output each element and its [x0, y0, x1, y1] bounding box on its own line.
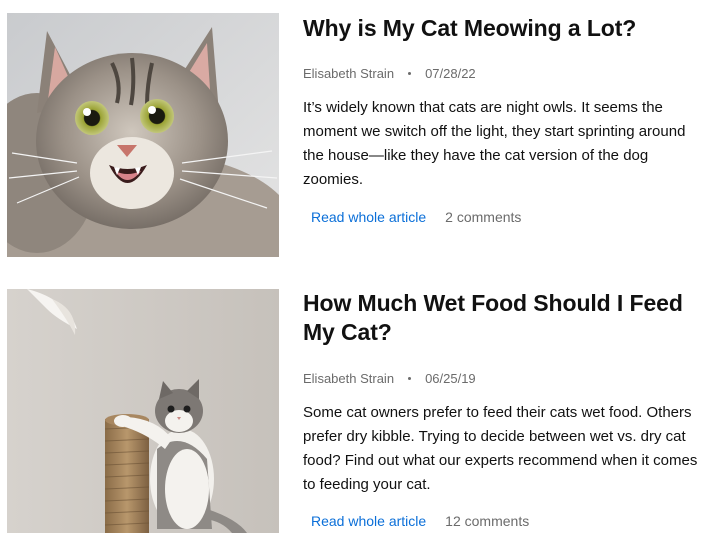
- article-actions: Read whole article 2 comments: [303, 207, 705, 227]
- article-date: 06/25/19: [425, 370, 476, 386]
- article-title[interactable]: How Much Wet Food Should I Feed My Cat?: [303, 289, 705, 347]
- article-excerpt: It’s widely known that cats are night ow…: [303, 99, 686, 188]
- article-actions: Read whole article 12 comments: [303, 511, 705, 531]
- meowing-cat-image: [7, 13, 279, 257]
- article-thumbnail[interactable]: [7, 289, 279, 533]
- article-title[interactable]: Why is My Cat Meowing a Lot?: [303, 13, 705, 43]
- read-article-link[interactable]: Read whole article: [311, 513, 426, 529]
- article-date: 07/28/22: [425, 65, 476, 81]
- read-article-link[interactable]: Read whole article: [311, 209, 426, 225]
- article-author: Elisabeth Strain: [303, 65, 395, 81]
- separator-dot-icon: [408, 71, 412, 75]
- article-content: How Much Wet Food Should I Feed My Cat? …: [303, 289, 705, 531]
- article-excerpt: Some cat owners prefer to feed their cat…: [303, 404, 698, 493]
- article-author: Elisabeth Strain: [303, 370, 395, 386]
- article-card: Why is My Cat Meowing a Lot? Elisabeth S…: [7, 13, 709, 257]
- separator-dot-icon: [408, 376, 412, 380]
- comments-link[interactable]: 2 comments: [445, 209, 521, 225]
- comments-link[interactable]: 12 comments: [445, 513, 529, 529]
- article-meta: Elisabeth Strain 06/25/19: [303, 369, 705, 387]
- article-content: Why is My Cat Meowing a Lot? Elisabeth S…: [303, 13, 705, 227]
- kitten-scratching-post-image: [7, 289, 279, 533]
- article-card: How Much Wet Food Should I Feed My Cat? …: [7, 289, 709, 533]
- article-thumbnail[interactable]: [7, 13, 279, 257]
- article-meta: Elisabeth Strain 07/28/22: [303, 64, 705, 82]
